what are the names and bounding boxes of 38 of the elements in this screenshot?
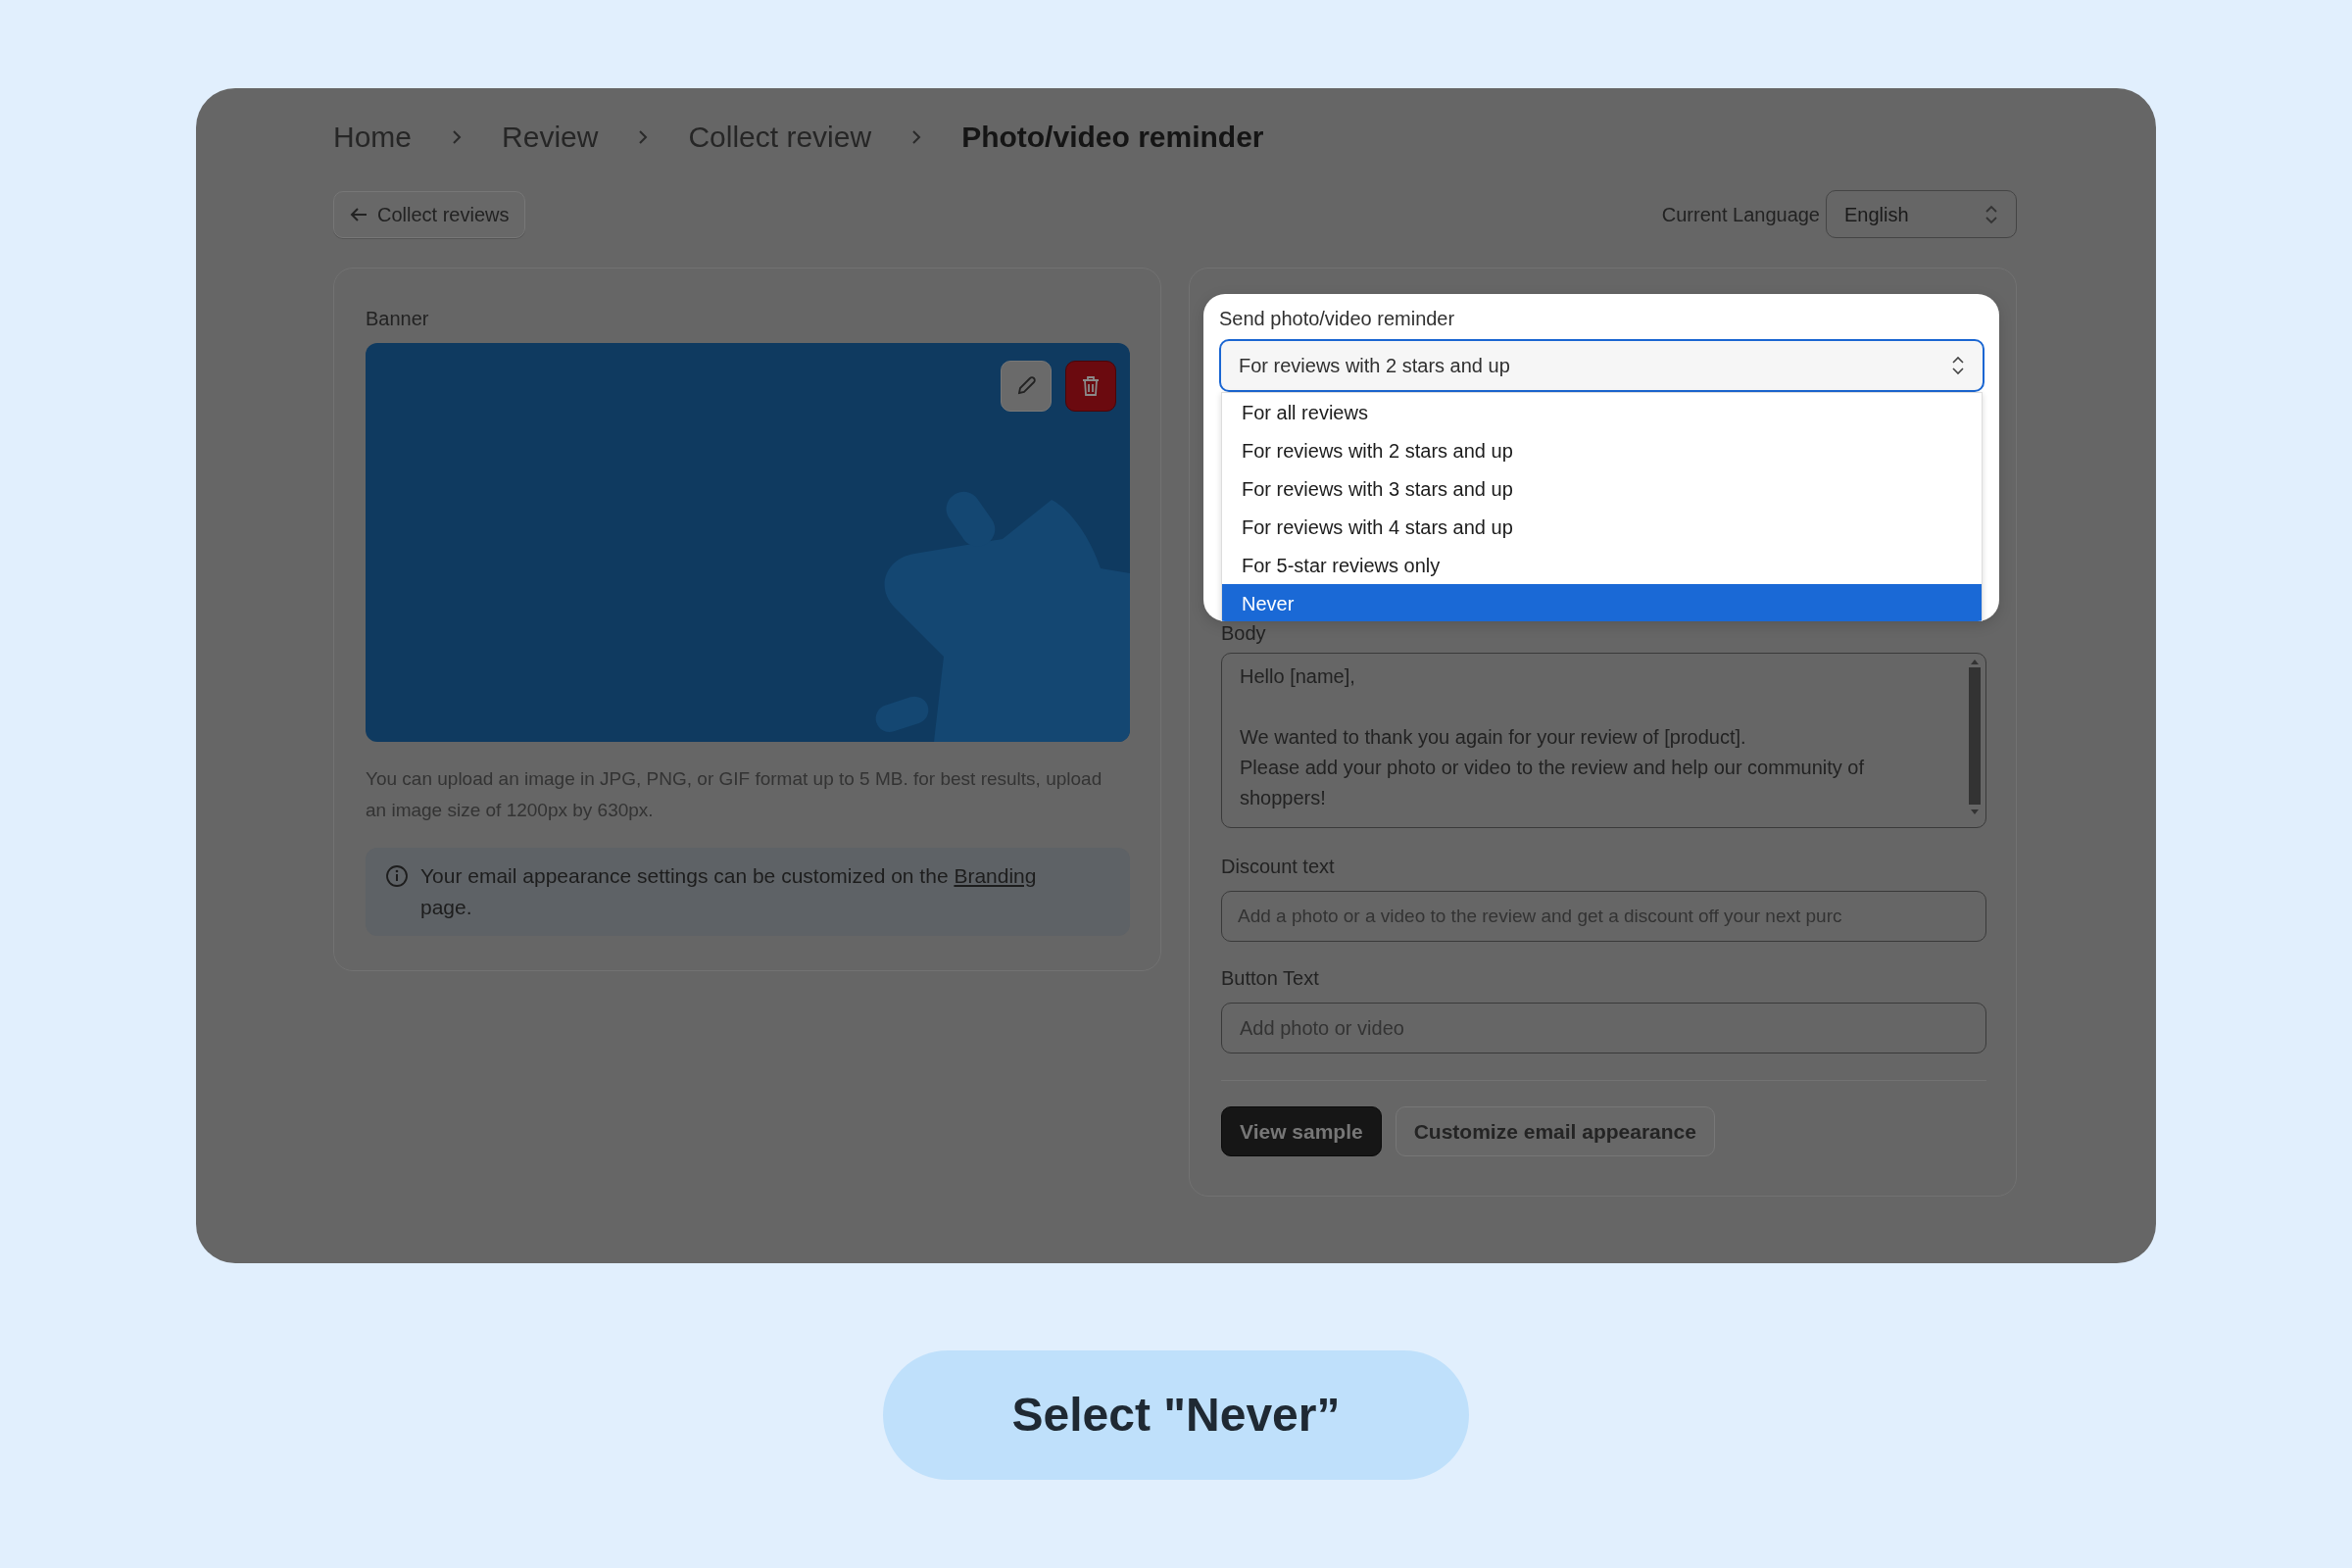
breadcrumb-link[interactable]: Review <box>502 115 599 159</box>
info-icon <box>385 864 409 888</box>
dropdown-option[interactable]: For all reviews <box>1222 393 1982 431</box>
view-sample-button[interactable]: View sample <box>1221 1106 1382 1156</box>
discount-label: Discount text <box>1221 855 1336 879</box>
dropdown-option[interactable]: For reviews with 2 stars and up <box>1222 431 1982 469</box>
dropdown-option[interactable]: Never <box>1222 584 1982 621</box>
scroll-down-icon[interactable] <box>1970 808 1980 816</box>
language-select[interactable]: English <box>1826 190 2017 238</box>
instruction-pill: Select "Never” <box>883 1350 1469 1480</box>
delete-button[interactable] <box>1065 361 1116 412</box>
reminder-select[interactable]: For reviews with 2 stars and up <box>1219 339 1984 392</box>
trash-icon <box>1081 375 1101 397</box>
breadcrumb-link[interactable]: Home <box>333 115 413 159</box>
pencil-icon <box>1015 375 1037 397</box>
customize-button[interactable]: Customize email appearance <box>1395 1106 1715 1156</box>
breadcrumb-link[interactable]: Collect review <box>688 115 872 159</box>
arrow-left-icon <box>350 206 368 222</box>
chevron-right-icon <box>451 127 464 146</box>
edit-button[interactable] <box>1001 361 1052 412</box>
chevron-right-icon <box>910 127 923 146</box>
back-button[interactable]: Collect reviews <box>333 190 526 238</box>
dropdown-option[interactable]: For reviews with 4 stars and up <box>1222 508 1982 546</box>
button-text-label: Button Text <box>1221 966 1320 991</box>
breadcrumb-current: Photo/video reminder <box>961 120 1264 155</box>
body-label: Body <box>1221 621 1267 645</box>
banner-label: Banner <box>366 307 430 331</box>
dropdown-option[interactable]: For reviews with 3 stars and up <box>1222 469 1982 508</box>
dropdown-option[interactable]: For 5-star reviews only <box>1222 546 1982 584</box>
body-field[interactable]: Hello [name], We wanted to thank you again for your review of [product]. Please add your photo or video to the review and help our community of shoppers! <box>1221 653 1986 828</box>
info-text: Your email appearance settings can be customized on the Branding page. <box>420 863 1038 920</box>
language-label: Current Language <box>1661 202 1820 227</box>
chevron-up-down-icon <box>1951 355 1965 376</box>
chevron-up-down-icon <box>1984 203 1998 225</box>
scroll-up-icon[interactable] <box>1970 658 1980 665</box>
chevron-right-icon <box>637 127 650 146</box>
reminder-label: Send photo/video reminder <box>1219 307 1456 331</box>
branding-link[interactable]: Branding <box>954 864 1037 887</box>
